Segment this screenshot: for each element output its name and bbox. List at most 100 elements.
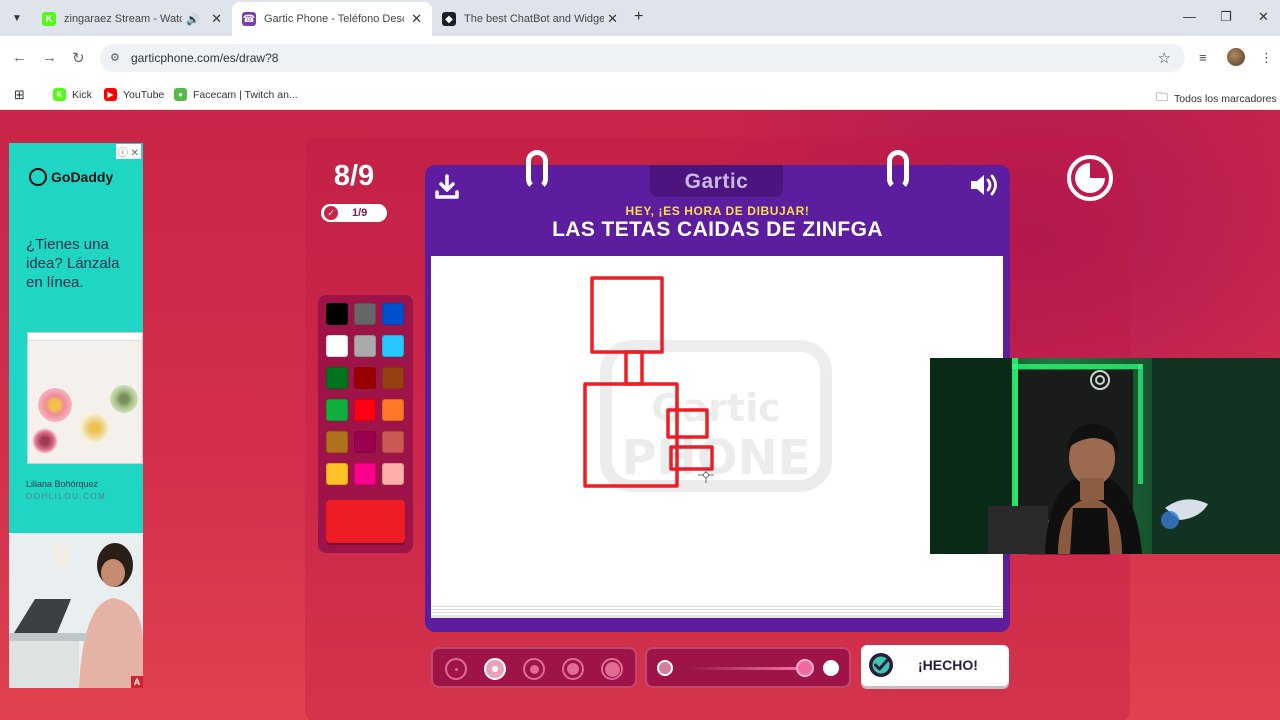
- brush-size-dot: [492, 666, 498, 672]
- close-tab-icon[interactable]: ✕: [211, 11, 222, 27]
- canvas-svg[interactable]: Gartic PHONE: [431, 256, 1003, 606]
- brush-size-dot: [567, 663, 579, 675]
- color-swatch[interactable]: [382, 303, 404, 325]
- color-swatch[interactable]: [354, 367, 376, 389]
- profile-avatar[interactable]: [1227, 48, 1245, 66]
- opacity-slider[interactable]: [645, 647, 851, 688]
- bookmark-label: YouTube: [123, 88, 165, 101]
- color-swatch[interactable]: [326, 335, 348, 357]
- brush-size-option[interactable]: [562, 658, 584, 680]
- url-input[interactable]: ⚙ garticphone.com/es/draw?8 ☆: [100, 44, 1185, 72]
- color-swatch[interactable]: [354, 303, 376, 325]
- close-tab-icon[interactable]: ✕: [411, 11, 422, 27]
- gartic-phone-watermark: Gartic PHONE: [600, 340, 832, 492]
- bookmark-youtube[interactable]: ▶ YouTube: [104, 88, 164, 101]
- brush-size-option[interactable]: [484, 658, 506, 680]
- timer-svg: [1075, 163, 1105, 193]
- tab-title: The best ChatBot and Widgets f: [464, 13, 604, 25]
- tab-gartic-phone[interactable]: ☎ Gartic Phone - Teléfono Descon ✕: [232, 2, 432, 36]
- bookmark-label: Facecam | Twitch an...: [193, 88, 298, 101]
- round-counter: 8/9: [333, 160, 375, 192]
- ring-binder-icon: [887, 150, 909, 190]
- site-info-icon[interactable]: ⚙: [110, 51, 120, 64]
- back-icon[interactable]: ←: [12, 49, 27, 66]
- brush-size-option[interactable]: [601, 658, 623, 680]
- color-swatch[interactable]: [326, 367, 348, 389]
- youtube-icon: ▶: [104, 88, 117, 101]
- bookmarks-bar: ⊞ K Kick ▶ YouTube ● Facecam | Twitch an…: [0, 80, 1280, 110]
- color-swatch[interactable]: [326, 303, 348, 325]
- color-swatch[interactable]: [382, 399, 404, 421]
- opacity-max-icon: [823, 660, 839, 676]
- media-controls-icon[interactable]: ≡: [1199, 50, 1207, 65]
- all-bookmarks-label: Todos los marcadores: [1174, 92, 1277, 105]
- brush-size-dot: [454, 667, 458, 671]
- brush-size-dot: [529, 664, 539, 674]
- current-color-swatch: [326, 500, 405, 543]
- forward-icon[interactable]: →: [42, 49, 57, 66]
- close-window-icon[interactable]: ✕: [1258, 9, 1269, 25]
- gartic-logo: Gartic: [650, 165, 783, 197]
- color-swatch[interactable]: [326, 463, 348, 485]
- menu-kebab-icon[interactable]: ⋮: [1260, 50, 1273, 66]
- done-button[interactable]: ¡HECHO!: [861, 645, 1009, 686]
- tab-chatbot-widgets[interactable]: ◆ The best ChatBot and Widgets f ✕: [432, 4, 628, 34]
- color-swatch[interactable]: [382, 335, 404, 357]
- color-swatch[interactable]: [354, 399, 376, 421]
- close-tab-icon[interactable]: ✕: [607, 11, 618, 27]
- chatbot-favicon-icon: ◆: [442, 12, 456, 26]
- webcam-overlay: [930, 358, 1280, 554]
- restore-icon[interactable]: ❐: [1220, 9, 1232, 25]
- all-bookmarks[interactable]: 🗀 Todos los marcadores: [1156, 88, 1277, 109]
- opacity-track[interactable]: [683, 667, 809, 670]
- kick-icon: K: [53, 88, 66, 101]
- draw-subtitle: HEY, ¡ES HORA DE DIBUJAR!: [625, 204, 810, 218]
- minimize-icon[interactable]: —: [1183, 9, 1196, 24]
- brush-size-option[interactable]: [445, 658, 467, 680]
- new-tab-icon[interactable]: +: [634, 8, 643, 26]
- check-circle-icon: ✓: [324, 206, 338, 220]
- color-swatch[interactable]: [326, 431, 348, 453]
- players-done-count: 1/9: [352, 207, 368, 219]
- drawn-neck: [624, 350, 644, 386]
- color-swatch[interactable]: [326, 399, 348, 421]
- color-swatch[interactable]: [354, 431, 376, 453]
- tab-title: Gartic Phone - Teléfono Descon: [264, 13, 404, 25]
- opacity-min-icon: [657, 660, 673, 676]
- brush-size-option[interactable]: [523, 658, 545, 680]
- watermark-top: Gartic: [651, 386, 780, 430]
- bookmark-kick[interactable]: K Kick: [53, 88, 92, 101]
- tab-strip: ▼ K zingaraez Stream - Watch L 🔊 ✕ ☎ Gar…: [0, 0, 1280, 36]
- notebook-pages-edge: [431, 604, 1003, 618]
- watermark-bottom: PHONE: [621, 430, 810, 486]
- kick-favicon-icon: K: [42, 12, 56, 26]
- tab-search-button[interactable]: ▼: [6, 8, 28, 28]
- color-swatch[interactable]: [354, 335, 376, 357]
- android-icon: ●: [174, 88, 187, 101]
- download-icon[interactable]: [433, 173, 461, 201]
- url-text[interactable]: garticphone.com/es/draw?8: [131, 51, 278, 65]
- brush-size-selector: [431, 647, 637, 688]
- check-badge-icon: [869, 653, 893, 677]
- bookmark-label: Kick: [72, 88, 92, 101]
- color-swatch[interactable]: [382, 367, 404, 389]
- tab-title: zingaraez Stream - Watch L: [64, 13, 182, 25]
- game-layer: 8/9 ✓ 1/9 Gartic HEY, ¡ES HORA DE DIBUJA…: [0, 110, 1280, 720]
- volume-icon[interactable]: [968, 171, 1000, 199]
- reload-icon[interactable]: ↻: [72, 49, 85, 67]
- drawing-canvas[interactable]: Gartic PHONE: [431, 256, 1003, 606]
- address-bar: ← → ↻ ⚙ garticphone.com/es/draw?8 ☆ ≡ ⋮: [0, 36, 1280, 80]
- color-swatch[interactable]: [382, 431, 404, 453]
- gartic-favicon-icon: ☎: [242, 12, 256, 26]
- bookmark-star-icon[interactable]: ☆: [1158, 49, 1171, 67]
- speaker-icon[interactable]: 🔊: [186, 13, 200, 26]
- color-swatch[interactable]: [354, 463, 376, 485]
- folder-icon: 🗀: [1156, 90, 1169, 104]
- opacity-handle[interactable]: [796, 659, 814, 677]
- tab-kick-stream[interactable]: K zingaraez Stream - Watch L 🔊 ✕: [32, 4, 232, 34]
- apps-grid-icon[interactable]: ⊞: [14, 87, 25, 103]
- players-done-badge: ✓ 1/9: [321, 204, 387, 222]
- draw-prompt: LAS TETAS CAIDAS DE ZINFGA: [552, 218, 883, 241]
- bookmark-facecam[interactable]: ● Facecam | Twitch an...: [174, 88, 298, 101]
- color-swatch[interactable]: [382, 463, 404, 485]
